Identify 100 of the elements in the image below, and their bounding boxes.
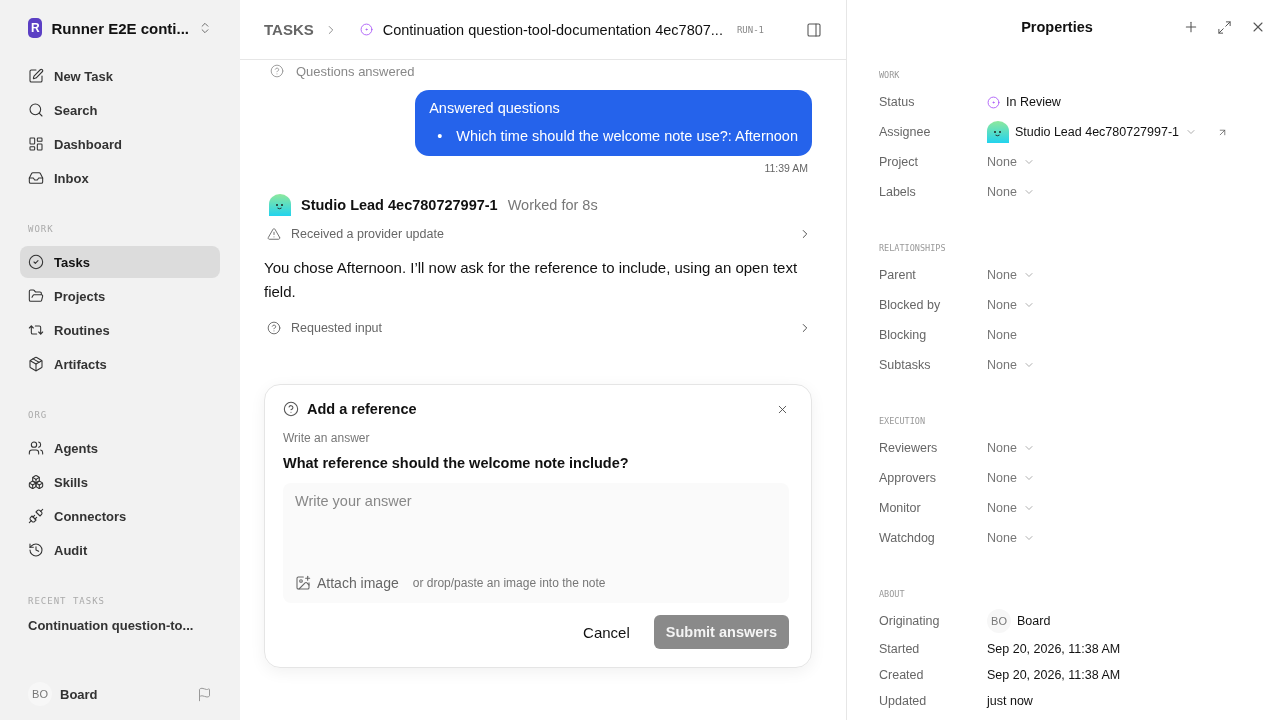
attach-image-button[interactable]: Attach image	[295, 575, 399, 591]
property-value[interactable]: None	[987, 268, 1017, 282]
plus-icon[interactable]	[1183, 19, 1199, 35]
property-value[interactable]: None	[987, 358, 1017, 372]
nav-item[interactable]: Audit	[20, 534, 220, 566]
history-icon	[28, 542, 44, 558]
property-value: Sep 20, 2026, 11:38 AM	[987, 642, 1121, 656]
section-title: RECENT TASKS	[27, 596, 107, 606]
property-label: Blocking	[879, 328, 928, 342]
group-title: WORK	[879, 70, 901, 80]
property-value[interactable]: None	[987, 531, 1017, 545]
attach-hint: or drop/paste an image into the note	[412, 576, 606, 590]
property-value: Sep 20, 2026, 11:38 AM	[987, 668, 1121, 682]
expand-icon[interactable]	[1217, 19, 1232, 35]
user-name[interactable]: Board	[60, 686, 189, 702]
group-title: EXECUTION	[879, 416, 927, 426]
workspace-name[interactable]: Runner E2E conti...	[51, 19, 189, 37]
nav-item[interactable]: Tasks	[20, 246, 220, 278]
agent-avatar-icon	[987, 121, 1009, 143]
bullet: •	[437, 128, 443, 144]
property-label: Started	[879, 642, 921, 656]
plug-icon	[28, 508, 44, 524]
people-icon	[28, 440, 44, 456]
question-text: What reference should the welcome note include?	[283, 455, 630, 471]
panel-title: Properties	[1020, 19, 1094, 35]
agent-avatar-icon-2	[269, 194, 291, 216]
group-title: ABOUT	[879, 589, 906, 599]
nav-item[interactable]: Artifacts	[20, 348, 220, 380]
reply-text: You chose Afternoon. I’ll now ask for the reference to include, using an open text field.	[264, 258, 799, 302]
message-title: Answered questions	[429, 100, 561, 116]
property-value: Board	[1017, 614, 1051, 628]
search-icon	[28, 102, 44, 118]
nav-item[interactable]: Search	[20, 94, 220, 126]
nav-item[interactable]: Routines	[20, 314, 220, 346]
nav-item[interactable]: New Task	[20, 60, 220, 92]
nav-item[interactable]: Connectors	[20, 500, 220, 532]
assignee-value[interactable]: Studio Lead 4ec780727997-1	[1015, 125, 1180, 139]
property-label: Project	[879, 155, 919, 169]
dashboard-icon	[28, 136, 44, 152]
property-label: Status	[879, 95, 916, 109]
status-icon	[359, 23, 373, 36]
check-circle-icon	[28, 254, 44, 270]
answer-box[interactable]: Write your answer Attach image or drop/paste an image into the note	[283, 483, 789, 603]
property-label: Labels	[879, 185, 917, 199]
user-avatar: BO	[987, 609, 1011, 633]
status-value[interactable]: In Review	[1006, 95, 1061, 109]
nav-item[interactable]: Skills	[20, 466, 220, 498]
recent-task[interactable]: Continuation question-to...	[20, 618, 220, 633]
status-icon	[987, 95, 1000, 109]
image-plus-icon	[295, 575, 311, 591]
property-value[interactable]: None	[987, 471, 1017, 485]
cube-icon	[28, 356, 44, 372]
worked-duration: Worked for 8s	[507, 197, 598, 213]
property-value[interactable]: None	[987, 185, 1017, 199]
nav-item[interactable]: Projects	[20, 280, 220, 312]
section-title: WORK	[27, 224, 55, 234]
user-avatar: BO	[28, 682, 52, 706]
help-circle-icon	[283, 401, 299, 417]
inbox-icon	[28, 170, 44, 186]
property-label: Monitor	[879, 501, 922, 515]
nav-item[interactable]: Agents	[20, 432, 220, 464]
task-title: Continuation question-tool-documentation 4ec7807...	[382, 21, 723, 38]
property-value[interactable]: None	[987, 298, 1017, 312]
group-title: RELATIONSHIPS	[879, 243, 947, 253]
property-value: None	[987, 328, 1017, 342]
event-text[interactable]: Requested input	[291, 321, 788, 335]
message-item: Which time should the welcome note use?: Afternoon	[456, 128, 798, 144]
answer-hint: Write an answer	[283, 431, 371, 445]
property-label: Reviewers	[879, 441, 939, 455]
cancel-button[interactable]: Cancel	[579, 615, 634, 649]
event-text: Questions answered	[296, 63, 415, 79]
property-value[interactable]: None	[987, 155, 1017, 169]
event-text[interactable]: Received a provider update	[291, 227, 788, 241]
card-title: Add a reference	[307, 401, 418, 417]
property-value[interactable]: None	[987, 441, 1017, 455]
property-label: Created	[879, 668, 925, 682]
workspace-logo[interactable]: R	[28, 18, 43, 38]
nav-item[interactable]: Dashboard	[20, 128, 220, 160]
property-label: Subtasks	[879, 358, 932, 372]
section-title: ORG	[27, 410, 49, 420]
property-label: Updated	[879, 694, 928, 708]
panel-toggle-icon[interactable]	[806, 21, 822, 38]
message-time: 11:39 AM	[764, 162, 808, 174]
property-value[interactable]: None	[987, 501, 1017, 515]
edit-icon	[28, 68, 44, 84]
breadcrumb-link[interactable]: TASKS	[264, 21, 314, 38]
nav-item[interactable]: Inbox	[20, 162, 220, 194]
property-value: just now	[987, 694, 1033, 708]
property-label: Assignee	[879, 125, 932, 139]
property-label: Approvers	[879, 471, 937, 485]
property-label: Parent	[879, 268, 917, 282]
help-circle-icon	[267, 321, 281, 335]
property-label: Originating	[879, 614, 941, 628]
property-label: Watchdog	[879, 531, 936, 545]
help-circle-icon	[270, 64, 284, 78]
property-label: Blocked by	[879, 298, 942, 312]
warning-icon	[267, 227, 281, 241]
folder-icon	[28, 288, 44, 304]
flag-icon[interactable]	[197, 686, 212, 702]
agent-name: Studio Lead 4ec780727997-1	[301, 197, 498, 213]
